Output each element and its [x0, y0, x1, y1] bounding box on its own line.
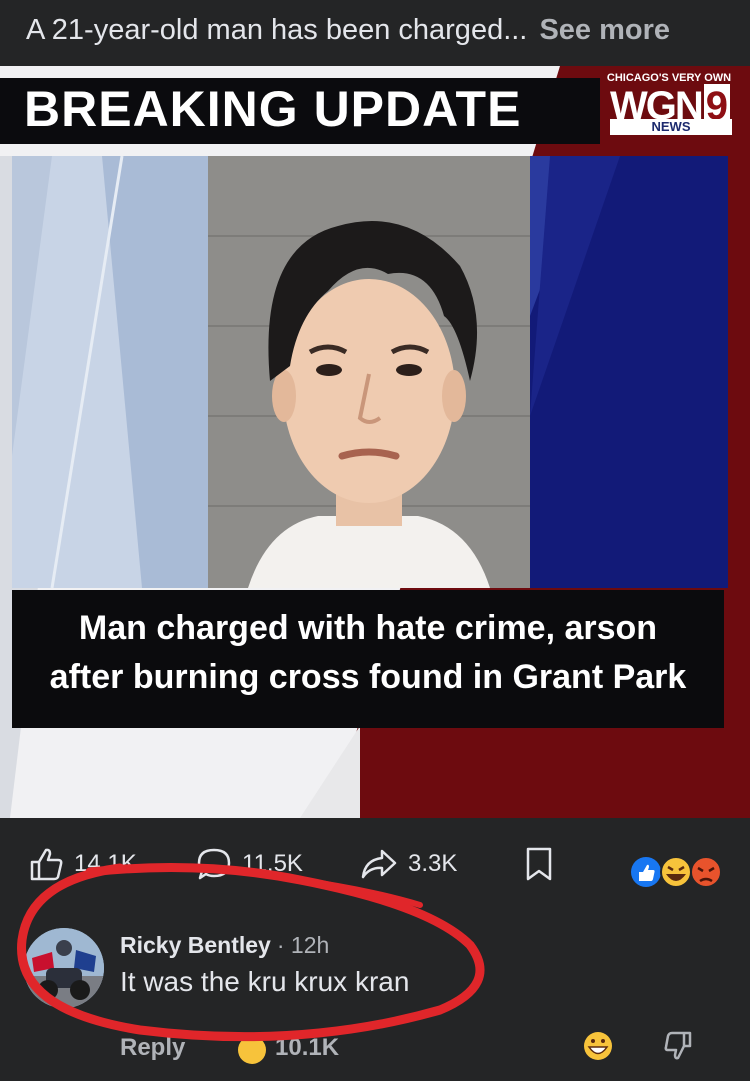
logo-news: NEWS	[610, 119, 732, 135]
comment-button[interactable]: 11.5K	[196, 844, 303, 884]
comment-actions-row: Reply 10.1K	[0, 1028, 750, 1081]
avatar-image	[24, 928, 104, 1008]
person-illustration	[208, 156, 530, 588]
bookmark-icon	[526, 847, 552, 881]
comment-reaction-count: 10.1K	[275, 1034, 340, 1061]
comment-time: · 12h	[276, 932, 330, 958]
avatar[interactable]	[24, 928, 104, 1008]
share-count: 3.3K	[408, 850, 458, 877]
news-headline-box: Man charged with hate crime, arson after…	[12, 590, 724, 728]
caption-text: A 21-year-old man has been charged...	[26, 14, 528, 46]
share-icon	[361, 849, 397, 879]
comment-author[interactable]: Ricky Bentley	[120, 932, 271, 958]
reaction-summary[interactable]	[628, 852, 728, 892]
post-caption: A 21-year-old man has been charged... Se…	[0, 0, 750, 66]
news-headline: Man charged with hate crime, arson after…	[12, 604, 724, 702]
emoji-icon[interactable]	[582, 1030, 614, 1062]
post-action-bar: 14.1K 11.5K 3.3K	[0, 818, 750, 910]
wgn-logo: CHICAGO'S VERY OWN WGN 9 NEWS	[600, 66, 750, 138]
like-button[interactable]: 14.1K	[28, 844, 137, 884]
haha-reaction-icon	[660, 856, 692, 888]
post-image[interactable]: BREAKING UPDATE CHICAGO'S VERY OWN WGN 9 …	[0, 66, 750, 818]
angry-reaction-icon	[690, 856, 722, 888]
see-more-link[interactable]: See more	[539, 14, 670, 46]
logo-tagline: CHICAGO'S VERY OWN	[606, 72, 732, 84]
mugshot-photo	[208, 156, 530, 588]
like-icon	[30, 848, 63, 881]
comment-count: 11.5K	[242, 850, 303, 877]
comment-item: Ricky Bentley · 12h It was the kru krux k…	[0, 910, 750, 1030]
breaking-banner-text: BREAKING UPDATE	[24, 81, 522, 137]
headline-line-2: after burning cross found in Grant Park	[49, 658, 687, 696]
reaction-icon	[238, 1036, 266, 1064]
left-graphic-panel	[12, 156, 208, 588]
right-graphic-panel	[530, 156, 728, 588]
dislike-icon[interactable]	[662, 1030, 694, 1062]
comment-text: It was the kru krux kran	[120, 966, 410, 997]
like-count: 14.1K	[74, 850, 137, 877]
reply-button[interactable]: Reply	[120, 1034, 185, 1062]
bookmark-button[interactable]	[524, 844, 554, 884]
comment-author-line: Ricky Bentley · 12h	[120, 932, 329, 959]
share-button[interactable]: 3.3K	[360, 844, 457, 884]
comment-icon	[197, 848, 231, 880]
headline-line-1: Man charged with hate crime, arson	[78, 609, 658, 647]
